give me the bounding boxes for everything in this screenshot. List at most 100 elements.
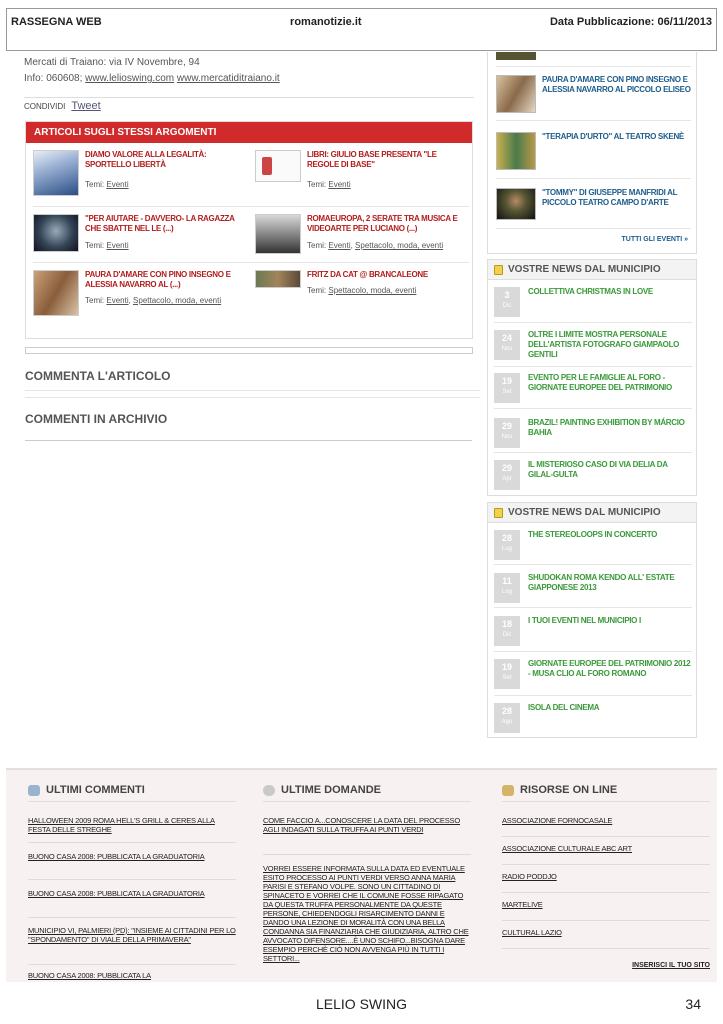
tag-link[interactable]: Eventi xyxy=(328,241,350,250)
news-title[interactable]: COLLETTIVA CHRISTMAS IN LOVE xyxy=(528,287,692,297)
share-row: CONDIVIDI Tweet xyxy=(24,100,101,112)
related-item[interactable]: PAURA D'AMARE CON PINO INSEGNO E ALESSIA… xyxy=(33,270,243,326)
news-item[interactable]: 24 Nov OLTRE I LIMITE MOSTRA PERSONALE DE… xyxy=(494,330,692,374)
related-item-title[interactable]: ROMAEUROPA, 2 SERATE TRA MUSICA E VIDEOA… xyxy=(307,214,467,234)
comment-item[interactable]: MUNICIPIO VI, PALMIERI (PD): "INSIEME AI… xyxy=(28,926,236,944)
related-item[interactable]: FRITZ DA CAT @ BRANCALEONE Temi: Spettac… xyxy=(255,270,465,326)
tag-link[interactable]: Eventi xyxy=(106,241,128,250)
resource-link[interactable]: RADIO PODDJO xyxy=(502,872,710,881)
venue-link-lelioswing[interactable]: www.lelioswing.com xyxy=(85,73,174,84)
related-thumbnail[interactable] xyxy=(33,150,79,196)
date-day: 28 xyxy=(501,533,512,543)
page-footer-title: LELIO SWING xyxy=(315,996,408,1012)
event-item[interactable]: "TOMMY" DI GIUSEPPE MANFRIDI AL PICCOLO … xyxy=(496,188,691,230)
online-resources: RISORSE ON LINE ASSOCIAZIONE FORNOCASALE… xyxy=(502,784,710,980)
event-thumbnail[interactable] xyxy=(496,132,536,170)
related-item-tags: Temi: Eventi xyxy=(307,180,351,189)
news-title[interactable]: IL MISTERIOSO CASO DI VIA DELIA DA GILAL… xyxy=(528,460,692,480)
news-item[interactable]: 18 Dic I TUOI EVENTI NEL MUNICIPIO I xyxy=(494,616,692,660)
news-title[interactable]: ISOLA DEL CINEMA xyxy=(528,703,692,713)
divider xyxy=(494,607,692,608)
event-thumbnail[interactable] xyxy=(496,188,536,220)
resource-link[interactable]: ASSOCIAZIONE CULTURALE ABC ART xyxy=(502,844,710,853)
event-thumbnail[interactable] xyxy=(496,75,536,113)
news-item[interactable]: 29 Apr IL MISTERIOSO CASO DI VIA DELIA DA… xyxy=(494,460,692,504)
news-item[interactable]: 29 Nov BRAZIL! PAINTING EXHIBITION BY MÁR… xyxy=(494,418,692,462)
question-link[interactable]: VORREI ESSERE INFORMATA SULLA DATA ED EV… xyxy=(263,864,471,963)
news-item[interactable]: 19 Set GIORNATE EUROPEE DEL PATRIMONIO 20… xyxy=(494,659,692,703)
news-title[interactable]: THE STEREOLOOPS IN CONCERTO xyxy=(528,530,692,540)
venue-link-mercati[interactable]: www.mercatiditraiano.it xyxy=(177,73,280,84)
event-item[interactable]: "TERAPIA D'URTO" AL TEATRO SKENÈ xyxy=(496,132,691,174)
related-item-title[interactable]: FRITZ DA CAT @ BRANCALEONE xyxy=(307,270,467,280)
tags-label: Temi: xyxy=(85,241,105,250)
event-item[interactable]: PAURA D'AMARE CON PINO INSEGNO E ALESSIA… xyxy=(496,75,691,117)
latest-comments-header: ULTIMI COMMENTI xyxy=(28,784,236,802)
comment-link[interactable]: BUONO CASA 2008: PUBBLICATA LA GRADUATOR… xyxy=(28,889,236,898)
related-item-title[interactable]: DIAMO VALORE ALLA LEGALITÀ: SPORTELLO LI… xyxy=(85,150,245,170)
resource-item[interactable]: CULTURAL LAZIO xyxy=(502,928,710,937)
tag-link[interactable]: Spettacolo, moda, eventi xyxy=(355,241,443,250)
resource-item[interactable]: MARTELIVE xyxy=(502,900,710,909)
news-item[interactable]: 28 Ago ISOLA DEL CINEMA xyxy=(494,703,692,747)
date-month: Set xyxy=(502,675,512,681)
related-item-title[interactable]: "PER AIUTARE - DAVVERO- LA RAGAZZA CHE S… xyxy=(85,214,245,234)
comments-archive-title[interactable]: COMMENTI IN ARCHIVIO xyxy=(25,412,167,426)
news-item[interactable]: 19 Set EVENTO PER LE FAMIGLIE AL FORO - G… xyxy=(494,373,692,417)
question-item[interactable]: COME FACCIO A...CONOSCERE LA DATA DEL PR… xyxy=(263,816,471,834)
insert-site-link[interactable]: INSERISCI IL TUO SITO xyxy=(632,962,710,969)
divider xyxy=(496,66,691,67)
resource-item[interactable]: ASSOCIAZIONE CULTURALE ABC ART xyxy=(502,844,710,853)
tag-link[interactable]: Spettacolo, moda, eventi xyxy=(328,286,416,295)
news-title[interactable]: SHUDOKAN ROMA KENDO ALL' ESTATE GIAPPONE… xyxy=(528,573,692,593)
comment-article-title[interactable]: COMMENTA L'ARTICOLO xyxy=(25,369,171,383)
resource-item[interactable]: RADIO PODDJO xyxy=(502,872,710,881)
comment-item[interactable]: BUONO CASA 2008: PUBBLICATA LA GRADUATOR… xyxy=(28,852,236,861)
event-title[interactable]: PAURA D'AMARE CON PINO INSEGNO E ALESSIA… xyxy=(542,75,692,95)
related-thumbnail[interactable] xyxy=(255,150,301,182)
related-item[interactable]: LIBRI: GIULIO BASE PRESENTA "LE REGOLE D… xyxy=(255,150,465,206)
divider xyxy=(502,892,710,893)
comment-item[interactable]: HALLOWEEN 2009 ROMA HELL'S GRILL & CERES… xyxy=(28,816,236,834)
news-title[interactable]: I TUOI EVENTI NEL MUNICIPIO I xyxy=(528,616,692,626)
news-title[interactable]: GIORNATE EUROPEE DEL PATRIMONIO 2012 - M… xyxy=(528,659,692,679)
tweet-button[interactable]: Tweet xyxy=(71,100,100,112)
tag-link[interactable]: Eventi xyxy=(328,180,350,189)
news-item[interactable]: 28 Lug THE STEREOLOOPS IN CONCERTO xyxy=(494,530,692,574)
tag-link[interactable]: Eventi xyxy=(106,180,128,189)
date-month: Lug xyxy=(501,546,512,552)
tag-link[interactable]: Eventi xyxy=(106,296,128,305)
question-item[interactable]: VORREI ESSERE INFORMATA SULLA DATA ED EV… xyxy=(263,864,471,984)
news-item[interactable]: 11 Lug SHUDOKAN ROMA KENDO ALL' ESTATE GI… xyxy=(494,573,692,617)
comment-item[interactable]: BUONO CASA 2008: PUBBLICATA LA xyxy=(28,971,236,980)
related-thumbnail[interactable] xyxy=(33,214,79,252)
resource-link[interactable]: CULTURAL LAZIO xyxy=(502,928,710,937)
related-thumbnail[interactable] xyxy=(255,214,301,254)
news-title[interactable]: BRAZIL! PAINTING EXHIBITION BY MÁRCIO BA… xyxy=(528,418,692,438)
question-link[interactable]: COME FACCIO A...CONOSCERE LA DATA DEL PR… xyxy=(263,816,471,834)
tags-label: Temi: xyxy=(307,180,327,189)
comment-link[interactable]: HALLOWEEN 2009 ROMA HELL'S GRILL & CERES… xyxy=(28,816,236,834)
related-item-title[interactable]: PAURA D'AMARE CON PINO INSEGNO E ALESSIA… xyxy=(85,270,245,290)
municipality-news-box: VOSTRE NEWS DAL MUNICIPIO 3 Dic COLLETTIV… xyxy=(487,259,697,496)
tags-label: Temi: xyxy=(307,286,327,295)
related-item[interactable]: DIAMO VALORE ALLA LEGALITÀ: SPORTELLO LI… xyxy=(33,150,243,206)
comment-link[interactable]: BUONO CASA 2008: PUBBLICATA LA GRADUATOR… xyxy=(28,852,236,861)
comment-link[interactable]: BUONO CASA 2008: PUBBLICATA LA xyxy=(28,971,236,980)
resource-item[interactable]: ASSOCIAZIONE FORNOCASALE xyxy=(502,816,710,825)
all-events-link[interactable]: TUTTI GLI EVENTI » xyxy=(621,236,688,243)
related-thumbnail[interactable] xyxy=(255,270,301,288)
event-title[interactable]: "TOMMY" DI GIUSEPPE MANFRIDI AL PICCOLO … xyxy=(542,188,692,208)
news-item[interactable]: 3 Dic COLLETTIVA CHRISTMAS IN LOVE xyxy=(494,287,692,331)
news-title[interactable]: EVENTO PER LE FAMIGLIE AL FORO - GIORNAT… xyxy=(528,373,692,393)
event-title[interactable]: "TERAPIA D'URTO" AL TEATRO SKENÈ xyxy=(542,132,692,142)
event-thumbnail[interactable] xyxy=(496,52,536,60)
resource-link[interactable]: ASSOCIAZIONE FORNOCASALE xyxy=(502,816,710,825)
comment-item[interactable]: BUONO CASA 2008: PUBBLICATA LA GRADUATOR… xyxy=(28,889,236,898)
comment-link[interactable]: MUNICIPIO VI, PALMIERI (PD): "INSIEME AI… xyxy=(28,926,236,944)
related-thumbnail[interactable] xyxy=(33,270,79,316)
news-title[interactable]: OLTRE I LIMITE MOSTRA PERSONALE DELL'ART… xyxy=(528,330,692,360)
related-item-title[interactable]: LIBRI: GIULIO BASE PRESENTA "LE REGOLE D… xyxy=(307,150,467,170)
tag-link[interactable]: Spettacolo, moda, eventi xyxy=(133,296,221,305)
resource-link[interactable]: MARTELIVE xyxy=(502,900,710,909)
